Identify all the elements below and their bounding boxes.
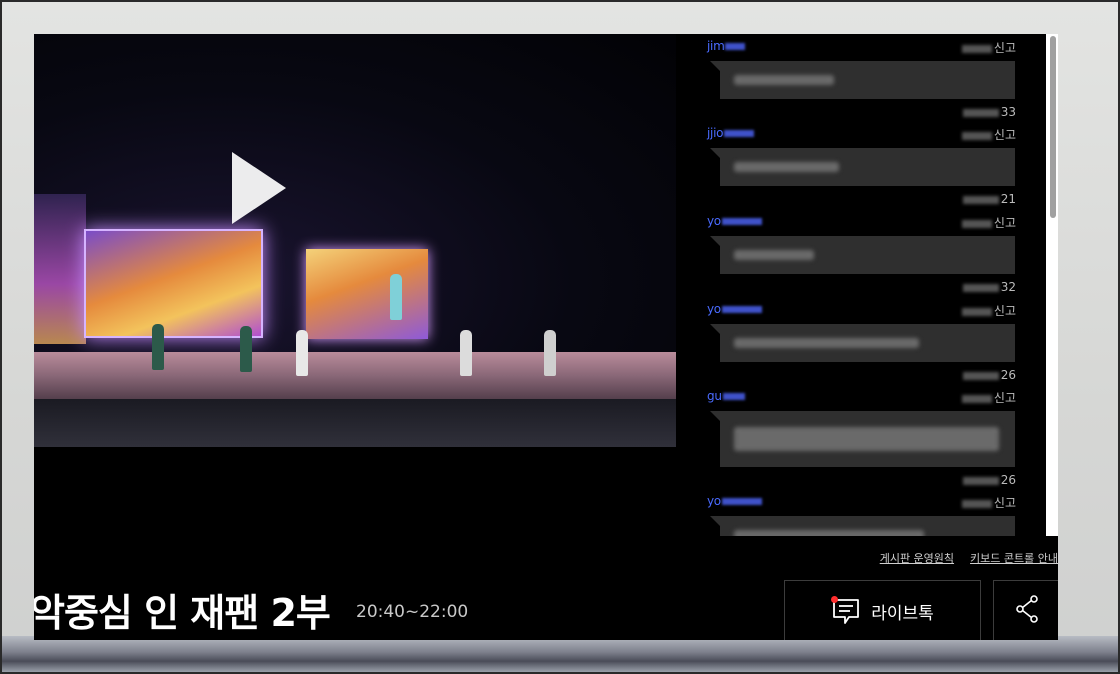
chat-time: 26 xyxy=(962,368,1016,382)
report-button[interactable]: 신고 xyxy=(961,494,1016,511)
performer xyxy=(240,326,252,372)
report-button[interactable]: 신고 xyxy=(961,39,1016,56)
chat-time: 32 xyxy=(962,280,1016,294)
chat-bubble xyxy=(710,411,1015,467)
livetalk-chat-list[interactable]: jim 신고 33 jjio 신고 21 yo 신고 32 yo 신고 26 g… xyxy=(706,34,1046,536)
chat-bubble xyxy=(710,148,1015,186)
chat-username[interactable]: jim xyxy=(707,39,746,53)
chat-bubble xyxy=(710,516,1015,536)
chat-footer-links: 게시판 운영원칙 키보드 콘트롤 안내 xyxy=(880,550,1058,566)
report-button[interactable]: 신고 xyxy=(961,389,1016,406)
stage-edge xyxy=(34,399,676,447)
chat-bubble-icon xyxy=(831,596,861,626)
chat-time: 26 xyxy=(962,473,1016,487)
livetalk-button[interactable]: 라이브톡 xyxy=(784,580,981,640)
stage-screen-side xyxy=(306,249,428,339)
chat-bubble xyxy=(710,236,1015,274)
chat-time: 21 xyxy=(962,192,1016,206)
play-icon[interactable] xyxy=(232,152,286,224)
chat-bubble xyxy=(710,61,1015,99)
chat-username[interactable]: gu xyxy=(707,389,745,403)
stage-screen-main xyxy=(84,229,263,338)
report-button[interactable]: 신고 xyxy=(961,214,1016,231)
performer xyxy=(544,330,556,376)
board-rules-link[interactable]: 게시판 운영원칙 xyxy=(880,550,954,566)
chat-username[interactable]: yo xyxy=(707,214,762,228)
performer xyxy=(152,324,164,370)
livetalk-label: 라이브톡 xyxy=(871,603,934,624)
chat-bubble xyxy=(710,324,1015,362)
desktop-background-strip xyxy=(2,636,1118,672)
performer xyxy=(390,274,402,320)
share-icon xyxy=(1015,594,1039,628)
performer xyxy=(460,330,472,376)
chat-username[interactable]: yo xyxy=(707,494,762,508)
chat-username[interactable]: jjio xyxy=(707,126,755,140)
video-area[interactable] xyxy=(34,34,676,447)
performer xyxy=(296,330,308,376)
program-time: 20:40~22:00 xyxy=(356,602,469,622)
chat-username[interactable]: yo xyxy=(707,302,762,316)
stage-light-left xyxy=(34,194,86,344)
program-title: 악중심 인 재팬 2부 xyxy=(34,591,331,635)
chat-time: 33 xyxy=(962,105,1016,119)
share-button[interactable] xyxy=(993,580,1058,640)
broadcast-player: jim 신고 33 jjio 신고 21 yo 신고 32 yo 신고 26 g… xyxy=(34,34,1058,640)
report-button[interactable]: 신고 xyxy=(961,302,1016,319)
chat-scrollbar-thumb[interactable] xyxy=(1050,36,1056,218)
keyboard-guide-link[interactable]: 키보드 콘트롤 안내 xyxy=(970,550,1058,566)
report-button[interactable]: 신고 xyxy=(961,126,1016,143)
